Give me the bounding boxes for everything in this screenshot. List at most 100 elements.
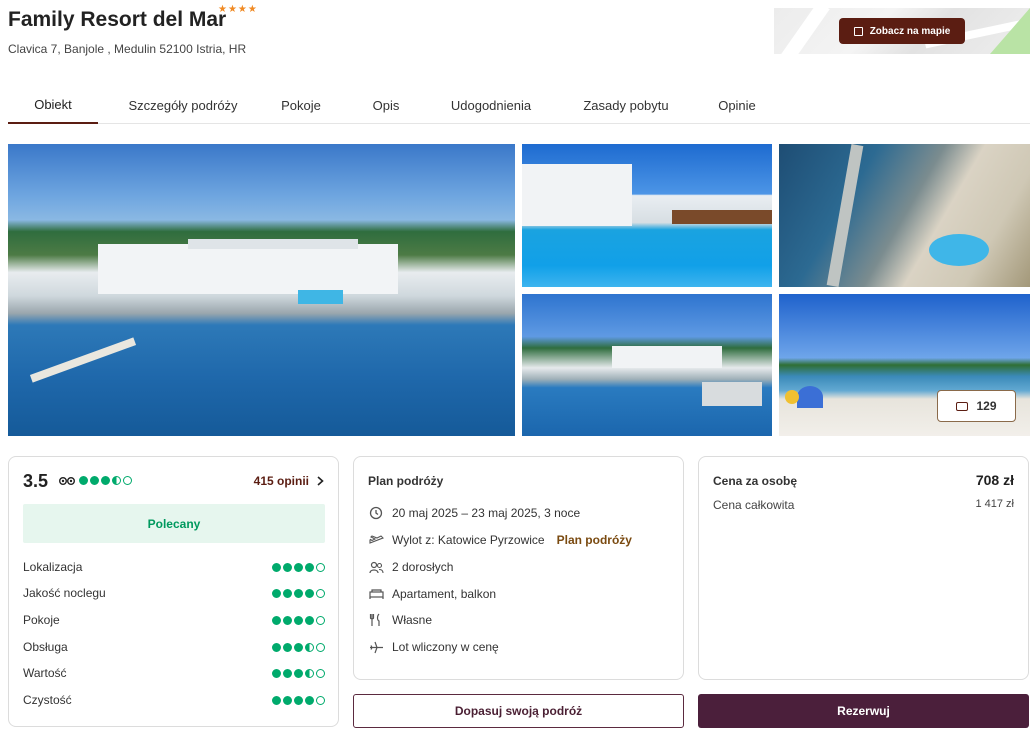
- rating-bubble: [272, 668, 281, 678]
- trip-plan-title: Plan podróży: [368, 474, 444, 488]
- room-row: Apartament, balkon: [368, 587, 496, 601]
- plane-icon: [368, 640, 384, 654]
- calendar-icon: [368, 506, 384, 520]
- price-per-person-value: 708 zł: [975, 472, 1014, 488]
- gallery-coast-photo[interactable]: [522, 294, 772, 436]
- price-card: Cena za osobę 708 zł Cena całkowita 1 41…: [698, 456, 1029, 680]
- guests-row: 2 dorosłych: [368, 560, 453, 574]
- board-row: Własne: [368, 613, 432, 627]
- rating-bubble: [283, 615, 292, 625]
- rating-bubble: [316, 588, 325, 598]
- rating-bubble: [305, 668, 314, 678]
- criterion-label: Obsługa: [23, 640, 68, 654]
- rating-bubble: [112, 476, 121, 485]
- total-price-label: Cena całkowita: [713, 498, 795, 512]
- rating-score: 3.5: [23, 471, 49, 491]
- criterion-dots: [272, 695, 325, 705]
- rating-bubble: [283, 562, 292, 572]
- plane-departure-icon: [368, 533, 384, 547]
- people-icon: [368, 560, 384, 574]
- criterion-row: Obsługa: [23, 640, 325, 654]
- tab-opis[interactable]: Opis: [358, 86, 414, 124]
- rating-bubble: [316, 668, 325, 678]
- building-icon: [853, 26, 863, 36]
- rating-bubble: [283, 588, 292, 598]
- criterion-dots: [272, 642, 325, 652]
- criterion-dots: [272, 588, 325, 598]
- rating-bubble: [101, 476, 110, 485]
- reviews-link-label: 415 opinii: [253, 474, 309, 488]
- rating-bubble: [272, 642, 281, 652]
- criterion-dots: [272, 668, 325, 678]
- criterion-row: Czystość: [23, 693, 325, 707]
- gallery-pool-photo[interactable]: [522, 144, 772, 287]
- rating-bubble: [294, 588, 303, 598]
- tab-pokoje[interactable]: Pokoje: [268, 86, 334, 124]
- criterion-label: Wartość: [23, 666, 67, 680]
- gallery-main-photo[interactable]: [8, 144, 515, 436]
- trip-dates-row: 20 maj 2025 – 23 maj 2025, 3 noce: [368, 506, 580, 520]
- criterion-dots: [272, 615, 325, 625]
- section-tabs: Obiekt Szczegóły podróży Pokoje Opis Udo…: [8, 86, 1030, 124]
- price-per-person-label: Cena za osobę: [713, 474, 798, 488]
- criterion-row: Lokalizacja: [23, 560, 325, 574]
- hotel-name: Family Resort del Mar: [8, 8, 227, 31]
- photos-icon: [956, 401, 969, 411]
- flight-from: Wylot z: Katowice Pyrzowice: [392, 533, 545, 547]
- criterion-label: Jakość noclegu: [23, 586, 106, 600]
- rating-bubble: [90, 476, 99, 485]
- rating-card: 3.5 415 opinii Polecany Lokalizacja Jako…: [8, 456, 339, 727]
- rating-bubble: [305, 695, 314, 705]
- criterion-label: Lokalizacja: [23, 560, 83, 574]
- bed-icon: [368, 587, 384, 601]
- rating-bubble: [305, 615, 314, 625]
- criterion-dots: [272, 562, 325, 572]
- rating-bubble: [305, 562, 314, 572]
- photo-count-button[interactable]: 129: [937, 390, 1016, 422]
- rating-bubble: [316, 615, 325, 625]
- total-price-value: 1 417 zł: [975, 498, 1014, 510]
- rating-dots: [79, 476, 132, 485]
- gallery-aerial-photo[interactable]: [779, 144, 1030, 287]
- tab-szczegoly-podrozy[interactable]: Szczegóły podróży: [113, 86, 253, 124]
- recommended-badge: Polecany: [23, 504, 325, 543]
- tab-opinie[interactable]: Opinie: [708, 86, 766, 124]
- rating-bubble: [283, 668, 292, 678]
- room-type: Apartament, balkon: [392, 587, 497, 601]
- criterion-label: Czystość: [23, 693, 72, 707]
- rating-bubble: [294, 695, 303, 705]
- rating-bubble: [272, 588, 281, 598]
- transport-row: Lot wliczony w cenę: [368, 640, 499, 654]
- show-on-map-button[interactable]: Zobacz na mapie: [839, 18, 965, 44]
- tab-udogodnienia[interactable]: Udogodnienia: [438, 86, 544, 124]
- rating-bubble: [305, 588, 314, 598]
- rating-bubble: [272, 562, 281, 572]
- adjust-trip-button[interactable]: Dopasuj swoją podróż: [353, 694, 684, 728]
- criterion-row: Jakość noclegu: [23, 586, 325, 600]
- rating-bubble: [316, 695, 325, 705]
- rating-bubble: [294, 615, 303, 625]
- tripadvisor-icon: [59, 477, 75, 485]
- rating-bubble: [283, 695, 292, 705]
- hotel-address: Clavica 7, Banjole , Medulin 52100 Istri…: [8, 42, 247, 56]
- rating-bubble: [272, 695, 281, 705]
- cutlery-icon: [368, 613, 384, 627]
- hotel-stars: ★★★★: [218, 4, 258, 15]
- show-on-map-label: Zobacz na mapie: [869, 25, 951, 37]
- rating-bubble: [316, 562, 325, 572]
- trip-dates: 20 maj 2025 – 23 maj 2025, 3 noce: [392, 506, 581, 520]
- rating-bubble: [272, 615, 281, 625]
- tab-obiekt[interactable]: Obiekt: [8, 86, 98, 124]
- flight-row: Wylot z: Katowice Pyrzowice Plan podróży: [368, 533, 632, 547]
- guests-count: 2 dorosłych: [392, 560, 454, 574]
- transport-info: Lot wliczony w cenę: [392, 640, 499, 654]
- reviews-link[interactable]: 415 opinii: [254, 474, 324, 488]
- rating-bubble: [294, 642, 303, 652]
- rating-bubble: [123, 476, 132, 485]
- rating-bubble: [294, 562, 303, 572]
- criterion-label: Pokoje: [23, 613, 60, 627]
- book-button[interactable]: Rezerwuj: [698, 694, 1029, 728]
- trip-plan-card: Plan podróży 20 maj 2025 – 23 maj 2025, …: [353, 456, 684, 680]
- tab-zasady-pobytu[interactable]: Zasady pobytu: [568, 86, 684, 124]
- flight-plan-link[interactable]: Plan podróży: [557, 533, 632, 547]
